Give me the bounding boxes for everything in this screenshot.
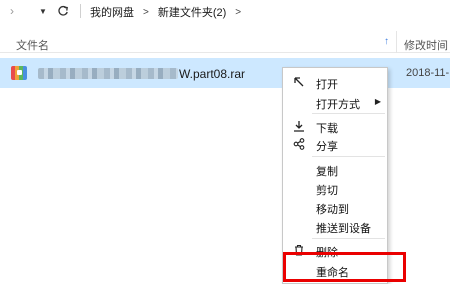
breadcrumb-item-root[interactable]: 我的网盘: [90, 4, 134, 20]
menu-separator: [312, 113, 385, 114]
menu-separator: [312, 156, 385, 157]
menu-item-label: 分享: [316, 141, 338, 153]
menu-item-open[interactable]: 打开: [283, 72, 387, 92]
archive-rar-icon: [11, 66, 27, 80]
share-icon: [292, 137, 306, 151]
open-arrow-icon: [292, 75, 306, 89]
caret-down-icon: ▼: [39, 6, 47, 16]
menu-item-label: 打开: [316, 79, 338, 91]
column-header-modified[interactable]: 修改时间: [404, 37, 448, 53]
file-modified-date: 2018-11-: [406, 67, 450, 79]
submenu-arrow-icon: ▶: [374, 97, 381, 106]
menu-item-move-to[interactable]: 移动到: [283, 197, 387, 217]
menu-item-push-to-device[interactable]: 推送到设备: [283, 216, 387, 236]
refresh-icon: [58, 5, 68, 16]
menu-item-label: 打开方式: [316, 99, 360, 111]
menu-item-download[interactable]: 下载: [283, 116, 387, 136]
navigation-toolbar: › ▼ 我的网盘 > 新建文件夹(2) >: [0, 0, 450, 24]
menu-item-copy[interactable]: 复制: [283, 159, 387, 179]
menu-separator: [312, 238, 385, 239]
menu-item-label: 复制: [316, 166, 338, 178]
toolbar-divider: [80, 4, 81, 18]
chevron-right-icon: ›: [10, 4, 14, 18]
breadcrumb-separator: >: [235, 6, 242, 18]
menu-item-open-with[interactable]: 打开方式 ▶: [283, 92, 387, 112]
menu-item-cut[interactable]: 剪切: [283, 178, 387, 198]
history-dropdown-button[interactable]: ▼: [37, 3, 49, 19]
menu-item-label: 移动到: [316, 204, 349, 216]
blurred-filename: [38, 68, 178, 79]
breadcrumb-item-folder[interactable]: 新建文件夹(2): [158, 4, 226, 20]
menu-item-share[interactable]: 分享: [283, 134, 387, 154]
download-icon: [292, 119, 306, 133]
refresh-button[interactable]: [55, 3, 71, 19]
column-divider[interactable]: [396, 31, 397, 53]
column-header-row: 文件名 ↑ 修改时间: [0, 31, 450, 53]
file-name: W.part08.rar: [179, 67, 246, 81]
menu-item-label: 推送到设备: [316, 223, 371, 235]
breadcrumb: 我的网盘 > 新建文件夹(2) >: [90, 4, 250, 20]
breadcrumb-separator: >: [143, 6, 149, 18]
forward-button[interactable]: ›: [4, 3, 20, 19]
column-header-name[interactable]: 文件名: [16, 37, 49, 53]
highlight-annotation-box: [283, 252, 406, 282]
sort-up-icon[interactable]: ↑: [384, 36, 389, 47]
menu-item-label: 剪切: [316, 185, 338, 197]
